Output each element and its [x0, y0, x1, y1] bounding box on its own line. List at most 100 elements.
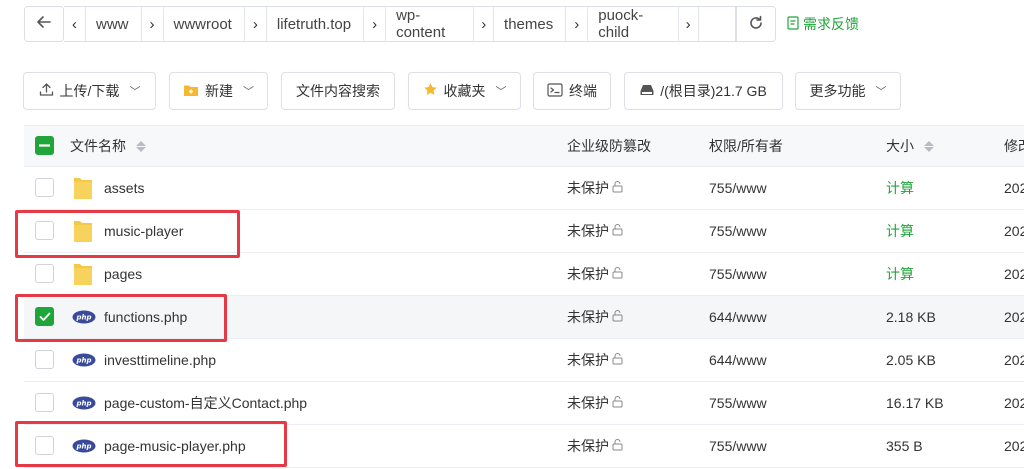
lock-icon [611, 352, 624, 368]
new-button[interactable]: 新建 ﹀ [169, 72, 268, 110]
path-bar: ‹ www › wwwroot › lifetruth.top › wp-conten… [0, 0, 1024, 50]
lock-icon [611, 266, 624, 282]
terminal-button[interactable]: 终端 [533, 72, 611, 110]
table-header: 文件名称 企业级防篡改 权限/所有者 大小 修改 [24, 125, 1024, 167]
table-row[interactable]: pages 未保护 755/www 计算 202 [24, 253, 1024, 296]
feedback-link[interactable]: 需求反馈 [787, 14, 859, 34]
permission[interactable]: 755/www [709, 425, 767, 467]
breadcrumb-item[interactable]: www › [86, 7, 164, 41]
file-content-search-button[interactable]: 文件内容搜索 [281, 72, 395, 110]
header-name[interactable]: 文件名称 [70, 126, 146, 166]
chevron-down-icon: ﹀ [129, 86, 141, 98]
file-size[interactable]: 计算 [886, 167, 914, 209]
chevron-right-icon: › [566, 7, 589, 41]
header-size[interactable]: 大小 [886, 126, 934, 166]
permission[interactable]: 644/www [709, 339, 767, 381]
breadcrumb-item[interactable]: themes › [494, 7, 589, 41]
back-button[interactable] [24, 6, 64, 42]
chevron-down-icon: ﹀ [495, 86, 507, 98]
file-size: 2.18 KB [886, 309, 936, 325]
row-checkbox[interactable] [35, 350, 54, 369]
permission[interactable]: 755/www [709, 210, 767, 252]
permission[interactable]: 644/www [709, 296, 767, 338]
row-checkbox[interactable] [35, 178, 54, 197]
disk-icon [640, 83, 654, 99]
chevron-left-icon[interactable]: ‹ [64, 7, 86, 41]
modified-time: 202 [1004, 395, 1024, 411]
modified-time: 202 [1004, 438, 1024, 454]
terminal-icon [547, 82, 563, 100]
breadcrumb-item[interactable]: puock-child › [588, 7, 699, 41]
toolbar: 上传/下载 ﹀ 新建 ﹀ 文件内容搜索 收藏夹 ﹀ 终端 /(根目录)21.7 … [0, 72, 1024, 110]
tamper-status[interactable]: 未保护 [567, 425, 624, 467]
tamper-status[interactable]: 未保护 [567, 382, 624, 424]
file-name[interactable]: investtimeline.php [104, 339, 216, 381]
table-row[interactable]: php page-music-player.php 未保护 755/www 355 B 2… [24, 425, 1024, 468]
table-row[interactable]: php investtimeline.php 未保护 644/www 2.05 KB 20… [24, 339, 1024, 382]
modified-time: 202 [1004, 309, 1024, 325]
upload-download-button[interactable]: 上传/下载 ﹀ [23, 72, 156, 110]
refresh-button[interactable] [736, 6, 776, 42]
modified-time: 202 [1004, 352, 1024, 368]
tamper-status[interactable]: 未保护 [567, 339, 624, 381]
file-size[interactable]: 计算 [886, 210, 914, 252]
row-checkbox[interactable] [35, 393, 54, 412]
php-file-icon: php [72, 396, 96, 413]
chevron-right-icon: › [142, 7, 164, 41]
breadcrumb-item[interactable]: lifetruth.top › [267, 7, 387, 41]
chevron-right-icon: › [364, 7, 387, 41]
tamper-status[interactable]: 未保护 [567, 296, 624, 338]
file-name[interactable]: page-music-player.php [104, 425, 246, 467]
folder-icon [72, 261, 94, 290]
svg-text:php: php [75, 314, 91, 322]
file-name[interactable]: page-custom-自定义Contact.php [104, 382, 307, 424]
disk-button[interactable]: /(根目录)21.7 GB [624, 72, 783, 110]
new-folder-icon [183, 83, 199, 100]
sort-icon [924, 140, 934, 152]
tamper-status[interactable]: 未保护 [567, 253, 624, 295]
row-checkbox[interactable] [35, 221, 54, 240]
permission[interactable]: 755/www [709, 382, 767, 424]
file-size: 16.17 KB [886, 395, 944, 411]
row-checkbox[interactable] [35, 264, 54, 283]
more-functions-button[interactable]: 更多功能 ﹀ [795, 72, 901, 110]
chevron-right-icon: › [679, 7, 699, 41]
breadcrumb-item[interactable]: wp-content › [386, 7, 495, 41]
tamper-status[interactable]: 未保护 [567, 210, 624, 252]
modified-time: 202 [1004, 180, 1024, 196]
svg-text:php: php [75, 443, 91, 451]
table-row[interactable]: php functions.php 未保护 644/www 2.18 KB 202 [24, 296, 1024, 339]
lock-icon [611, 223, 624, 239]
table-row[interactable]: music-player 未保护 755/www 计算 202 [24, 210, 1024, 253]
chevron-right-icon: › [474, 7, 495, 41]
lock-icon [611, 438, 624, 454]
permission[interactable]: 755/www [709, 253, 767, 295]
arrow-left-icon [36, 14, 52, 35]
favorites-button[interactable]: 收藏夹 ﹀ [408, 72, 521, 110]
file-size: 355 B [886, 438, 923, 454]
permission[interactable]: 755/www [709, 167, 767, 209]
table-row[interactable]: php page-custom-自定义Contact.php 未保护 755/www 1… [24, 382, 1024, 425]
sort-icon [136, 140, 146, 152]
file-name[interactable]: pages [104, 253, 142, 295]
file-size[interactable]: 计算 [886, 253, 914, 295]
breadcrumb-item[interactable]: wwwroot › [164, 7, 267, 41]
file-name[interactable]: functions.php [104, 296, 187, 338]
php-file-icon: php [72, 439, 96, 456]
file-name[interactable]: music-player [104, 210, 183, 252]
select-all-checkbox[interactable] [35, 136, 54, 155]
star-icon [423, 82, 438, 100]
row-checkbox[interactable] [35, 307, 54, 326]
path-input-area[interactable] [699, 7, 735, 41]
table-body: assets 未保护 755/www 计算 202 music-player 未保护 755/… [24, 167, 1024, 468]
header-modified[interactable]: 修改 [1004, 126, 1024, 166]
chevron-right-icon: › [245, 7, 267, 41]
php-file-icon: php [72, 310, 96, 327]
svg-text:php: php [75, 400, 91, 408]
file-name[interactable]: assets [104, 167, 144, 209]
table-row[interactable]: assets 未保护 755/www 计算 202 [24, 167, 1024, 210]
header-permission: 权限/所有者 [709, 138, 783, 154]
row-checkbox[interactable] [35, 436, 54, 455]
upload-icon [39, 82, 54, 100]
tamper-status[interactable]: 未保护 [567, 167, 624, 209]
